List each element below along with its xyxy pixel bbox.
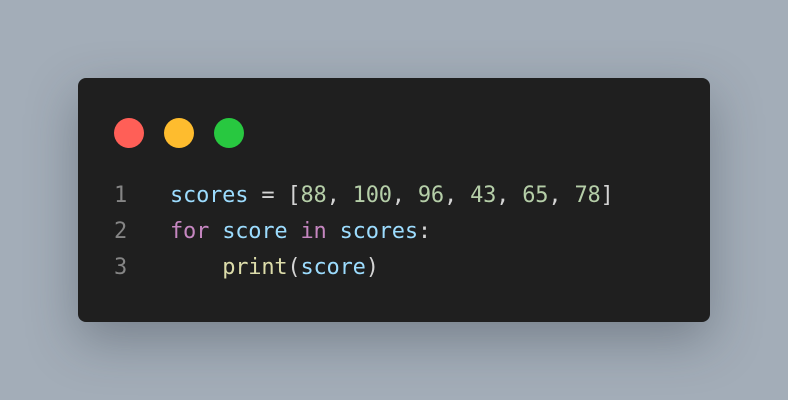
- comma-token: ,: [496, 183, 523, 208]
- code-window: 1 scores = [88, 100, 96, 43, 65, 78] 2 f…: [78, 78, 710, 322]
- window-controls: [114, 118, 244, 148]
- variable-token: scores: [170, 183, 249, 208]
- minimize-button[interactable]: [164, 118, 194, 148]
- line-content: print(score): [170, 250, 379, 286]
- close-button[interactable]: [114, 118, 144, 148]
- variable-token: score: [300, 255, 366, 280]
- operator-token: =: [248, 183, 288, 208]
- code-block: 1 scores = [88, 100, 96, 43, 65, 78] 2 f…: [114, 178, 614, 286]
- code-line: 2 for score in scores:: [114, 214, 614, 250]
- keyword-token: for: [170, 219, 210, 244]
- number-token: 43: [470, 183, 497, 208]
- code-line: 3 print(score): [114, 250, 614, 286]
- number-token: 88: [300, 183, 327, 208]
- paren-token: (: [287, 255, 301, 280]
- indent-token: [170, 255, 222, 280]
- comma-token: ,: [326, 183, 353, 208]
- line-content: scores = [88, 100, 96, 43, 65, 78]: [170, 178, 614, 214]
- variable-token: score: [222, 219, 288, 244]
- function-token: print: [222, 255, 288, 280]
- paren-token: ): [365, 255, 379, 280]
- comma-token: ,: [391, 183, 418, 208]
- number-token: 96: [417, 183, 444, 208]
- number-token: 100: [352, 183, 392, 208]
- colon-token: :: [417, 219, 431, 244]
- number-token: 78: [574, 183, 601, 208]
- line-number: 1: [114, 183, 128, 208]
- keyword-token: in: [300, 219, 327, 244]
- bracket-token: [: [287, 183, 301, 208]
- line-number: 3: [114, 255, 128, 280]
- line-number: 2: [114, 219, 128, 244]
- number-token: 65: [522, 183, 549, 208]
- code-line: 1 scores = [88, 100, 96, 43, 65, 78]: [114, 178, 614, 214]
- comma-token: ,: [443, 183, 471, 208]
- comma-token: ,: [548, 183, 575, 208]
- line-content: for score in scores:: [170, 214, 431, 250]
- variable-token: scores: [339, 219, 418, 244]
- maximize-button[interactable]: [214, 118, 244, 148]
- bracket-token: ]: [600, 183, 614, 208]
